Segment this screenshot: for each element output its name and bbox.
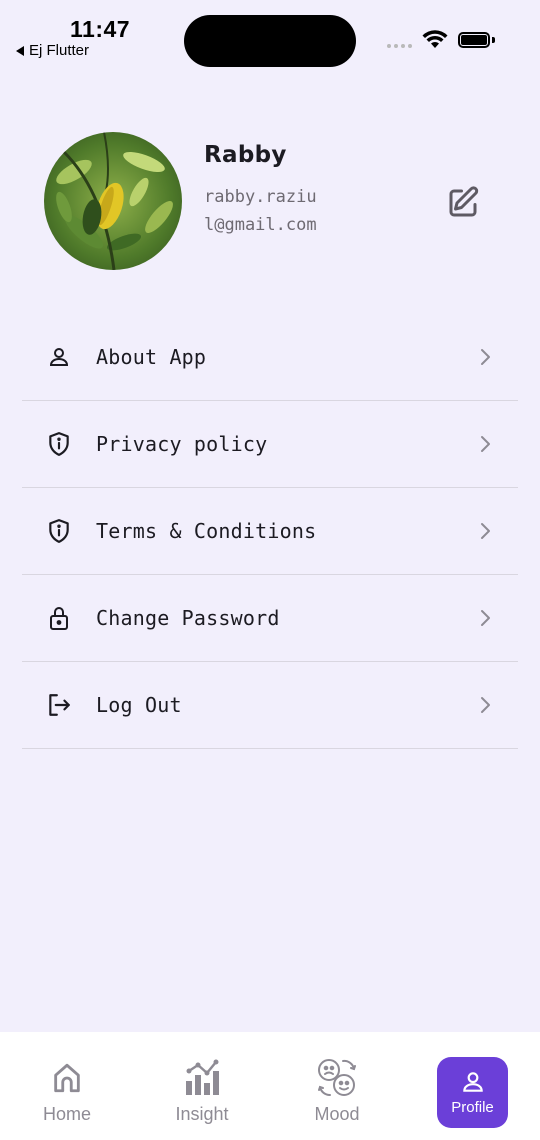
battery-tip [492,37,495,43]
nav-mood-label: Mood [314,1104,360,1124]
menu-item-log-out[interactable]: Log Out [22,662,518,749]
shield-info-icon [46,518,72,544]
profile-email: rabby.raziul@gmail.com [204,187,317,235]
nav-home-label: Home [42,1104,91,1124]
chevron-right-icon [481,610,490,626]
chevron-right-icon [481,523,490,539]
status-bar: 11:47 Ej Flutter [0,0,540,80]
chart-icon [186,1059,219,1095]
settings-menu: About App Privacy policy Terms & Conditi… [22,314,518,749]
back-app-label: Ej Flutter [29,42,90,59]
wifi-icon [422,30,448,48]
edit-profile-button[interactable] [440,180,486,226]
edit-icon [449,186,479,217]
dynamic-island [184,15,356,67]
avatar-photo [44,132,182,270]
lock-icon [46,605,72,631]
shield-info-icon [46,431,72,457]
menu-item-change-password[interactable]: Change Password [22,575,518,662]
chevron-right-icon [481,697,490,713]
menu-item-privacy-policy[interactable]: Privacy policy [22,401,518,488]
chevron-right-icon [481,436,490,452]
profile-screen: 11:47 Ej Flutter Rabby rabby.raziul@gmai… [0,0,540,1140]
status-time: 11:47 [70,16,131,42]
menu-item-label: Privacy policy [96,432,268,456]
menu-item-terms-conditions[interactable]: Terms & Conditions [22,488,518,575]
user-icon [46,344,72,370]
profile-name: Rabby [204,142,287,168]
menu-item-label: Log Out [96,693,182,717]
home-icon [54,1063,80,1093]
nav-insight[interactable]: Insight [152,1058,252,1125]
avatar[interactable] [44,132,182,270]
nav-mood[interactable]: Mood [287,1058,387,1125]
cellular-signal-icon [387,44,412,48]
profile-icon [462,1072,483,1092]
menu-item-label: Change Password [96,606,280,630]
logout-icon [46,692,72,718]
back-to-app-link[interactable]: Ej Flutter [16,42,89,59]
mood-icon [318,1059,356,1097]
bottom-nav: Home Insight Mood Profile [0,1032,540,1140]
chevron-right-icon [481,349,490,365]
nav-profile-label: Profile [451,1099,494,1116]
menu-item-label: About App [96,345,207,369]
back-triangle-icon [16,45,24,56]
menu-item-label: Terms & Conditions [96,519,317,543]
nav-profile[interactable]: Profile [437,1057,508,1128]
menu-item-about-app[interactable]: About App [22,314,518,401]
nav-home[interactable]: Home [17,1058,117,1125]
nav-insight-label: Insight [175,1104,229,1124]
battery-icon [458,32,490,48]
